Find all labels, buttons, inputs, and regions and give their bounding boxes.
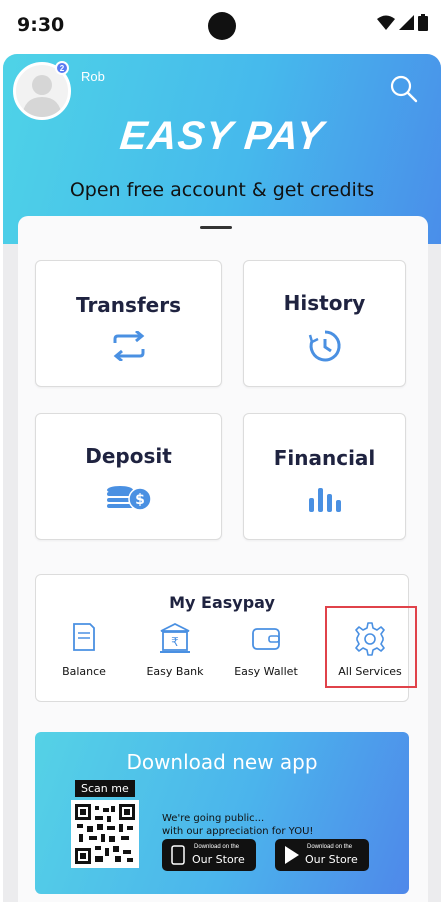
service-label-balance: Balance [62, 665, 106, 678]
store-button-2-caption: Download on the [307, 844, 353, 850]
service-label-easy-bank: Easy Bank [146, 665, 204, 678]
bar-chart-icon [308, 488, 341, 512]
wallet-icon [252, 628, 280, 650]
main-card: Transfers History Deposit $ Financial My… [18, 216, 428, 902]
status-icons [377, 14, 428, 31]
qr-code-icon [75, 804, 135, 864]
camera-cutout [208, 12, 236, 40]
store-button-1[interactable]: Download on the Our Store [162, 839, 256, 871]
history-clock-icon [308, 330, 341, 362]
store-button-1-label: Our Store [192, 853, 245, 866]
profile-avatar[interactable]: 2 [13, 61, 71, 120]
easy-bank-service[interactable]: ₹ Easy Bank [135, 621, 215, 691]
deposit-tile[interactable]: Deposit $ [35, 413, 222, 540]
status-time: 9:30 [17, 14, 65, 36]
notification-badge: 2 [55, 61, 69, 75]
svg-text:$: $ [135, 492, 145, 508]
scan-me-label: Scan me [75, 780, 135, 797]
my-easypay-section: My Easypay Balance ₹ Easy Bank Easy Wall… [35, 574, 417, 702]
status-bar: 9:30 [0, 0, 442, 52]
tile-label-deposit: Deposit [85, 444, 172, 468]
phone-icon [171, 845, 185, 865]
document-icon [73, 623, 95, 651]
drag-handle[interactable] [200, 226, 232, 229]
transfer-arrows-icon [113, 331, 144, 361]
tagline: Open free account & get credits [69, 179, 375, 201]
tile-label-transfers: Transfers [76, 293, 181, 317]
user-name: Rob [81, 69, 105, 84]
download-app-banner[interactable]: Download new app Scan me We're going pub… [35, 732, 409, 894]
signal-icon [399, 15, 414, 30]
balance-service[interactable]: Balance [44, 621, 124, 691]
search-button[interactable] [389, 74, 419, 104]
tile-label-financial: Financial [273, 446, 376, 470]
store-button-2-label: Our Store [305, 853, 358, 866]
tile-label-history: History [283, 291, 366, 315]
coins-dollar-icon: $ [106, 486, 152, 511]
qr-code[interactable] [71, 800, 139, 868]
search-icon [390, 75, 418, 103]
banner-title: Download new app [126, 750, 318, 774]
financial-tile[interactable]: Financial [243, 413, 406, 540]
transfers-tile[interactable]: Transfers [35, 260, 222, 387]
wifi-icon [377, 15, 395, 30]
store-button-2[interactable]: Download on the Our Store [275, 839, 369, 871]
brand-logo: EASY PAY [117, 114, 327, 158]
bank-rupee-icon: ₹ [160, 622, 190, 653]
svg-text:₹: ₹ [171, 635, 179, 649]
battery-icon [418, 14, 428, 31]
banner-line-2: with our appreciation for YOU! [162, 826, 314, 837]
store-button-1-caption: Download on the [194, 844, 240, 850]
banner-message: We're going public... with our appreciat… [162, 812, 313, 838]
play-icon [285, 846, 299, 864]
service-label-easy-wallet: Easy Wallet [234, 665, 298, 678]
selection-highlight [325, 606, 417, 688]
banner-line-1: We're going public... [162, 813, 265, 824]
app-screen: 2 Rob EASY PAY Open free account & get c… [3, 54, 441, 902]
easy-wallet-service[interactable]: Easy Wallet [226, 621, 306, 691]
history-tile[interactable]: History [243, 260, 406, 387]
